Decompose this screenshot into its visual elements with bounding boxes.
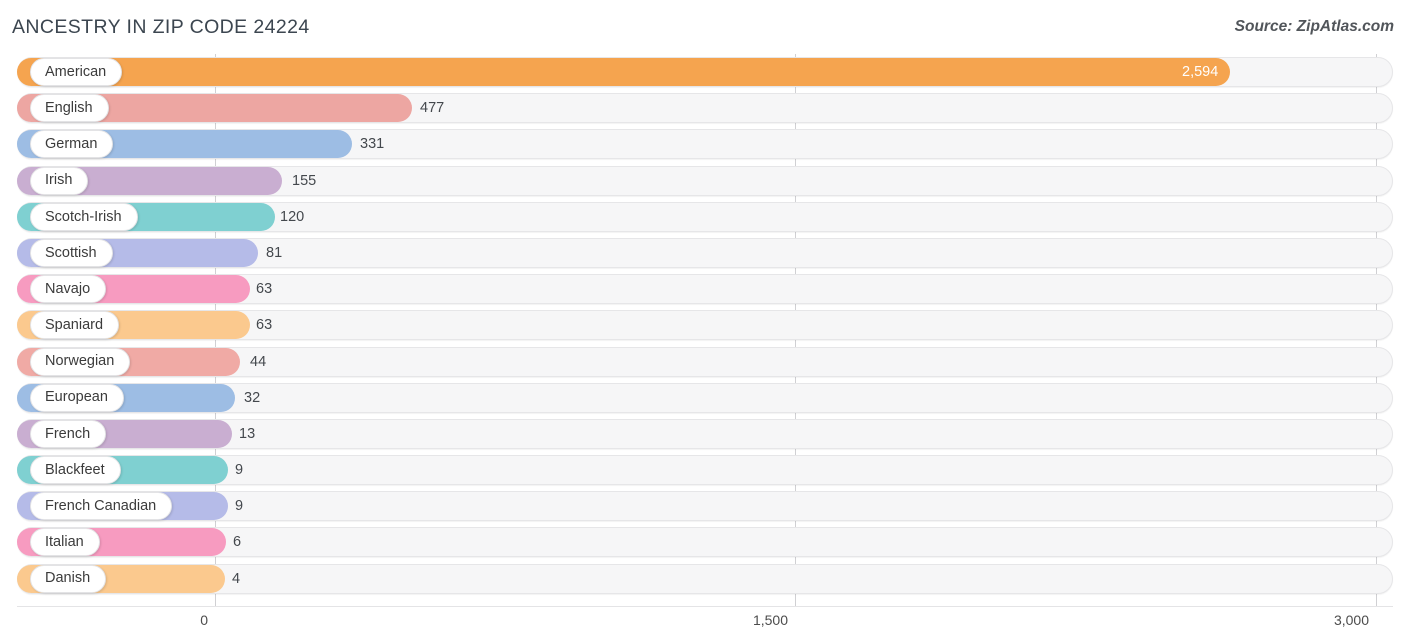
- category-pill[interactable]: French: [30, 419, 107, 448]
- bar-row[interactable]: French Canadian 9: [0, 488, 1406, 524]
- bar-row[interactable]: Italian 6: [0, 524, 1406, 560]
- bar-value-label: 44: [250, 353, 267, 370]
- category-label: Italian: [45, 534, 84, 551]
- category-pill[interactable]: Scotch-Irish: [30, 202, 138, 231]
- category-label: French Canadian: [45, 498, 157, 514]
- bar-value-label: 32: [244, 389, 261, 406]
- bar-value-label: 63: [256, 317, 273, 334]
- bar-row[interactable]: Scotch-Irish 120: [0, 199, 1406, 235]
- bar-value-label: 6: [233, 534, 242, 551]
- category-label: Scottish: [45, 244, 97, 261]
- category-pill[interactable]: French Canadian: [30, 492, 173, 521]
- bar-row[interactable]: Navajo 63: [0, 271, 1406, 307]
- category-label: American: [45, 63, 107, 80]
- plot-area: American 2,594 English 477 German 331 Irish 155…: [0, 54, 1406, 606]
- bar-value-label: 81: [266, 244, 283, 261]
- bar-rows: American 2,594 English 477 German 331 Irish 155…: [0, 54, 1406, 597]
- bar-value-label: 13: [239, 425, 256, 442]
- bar-row[interactable]: Danish 4: [0, 561, 1406, 597]
- bar-value-label: 9: [235, 462, 244, 479]
- bar-row[interactable]: American 2,594: [0, 54, 1406, 90]
- category-pill[interactable]: German: [30, 130, 114, 159]
- category-label: European: [45, 389, 108, 406]
- bar-value-label: 63: [256, 281, 273, 298]
- category-pill[interactable]: Irish: [30, 166, 89, 195]
- bar-fill[interactable]: [17, 58, 1230, 86]
- bar-row[interactable]: Spaniard 63: [0, 307, 1406, 343]
- category-label: Spaniard: [45, 317, 104, 334]
- bar-row[interactable]: Blackfeet 9: [0, 452, 1406, 488]
- category-pill[interactable]: Navajo: [30, 275, 107, 304]
- axis-tick-label: 3,000: [1333, 612, 1369, 628]
- bar-value-label: 155: [292, 172, 317, 189]
- axis-top-border: [17, 606, 1393, 607]
- category-label: Irish: [45, 172, 73, 189]
- category-label: English: [45, 99, 93, 116]
- bar-value-label: 4: [232, 570, 241, 587]
- bar-row[interactable]: German 331: [0, 126, 1406, 162]
- page-title: ANCESTRY IN ZIP CODE 24224: [12, 16, 310, 38]
- category-pill[interactable]: English: [30, 94, 109, 123]
- axis-tick-label: 1,500: [752, 612, 788, 628]
- bar-row[interactable]: European 32: [0, 380, 1406, 416]
- category-label: Danish: [45, 570, 91, 587]
- bar-row[interactable]: Scottish 81: [0, 235, 1406, 271]
- category-label: Scotch-Irish: [45, 208, 122, 225]
- x-axis: 0 1,500 3,000: [0, 606, 1406, 644]
- bar-value-label: 331: [360, 136, 385, 153]
- category-pill[interactable]: Norwegian: [30, 347, 131, 376]
- category-pill[interactable]: Blackfeet: [30, 456, 121, 485]
- category-pill[interactable]: Spaniard: [30, 311, 120, 340]
- category-pill[interactable]: American: [30, 58, 123, 86]
- bar-value-label: 9: [235, 498, 244, 515]
- category-label: French: [45, 425, 91, 442]
- category-label: Navajo: [45, 280, 91, 297]
- bar-value-label: 477: [420, 100, 445, 117]
- bar-row[interactable]: French 13: [0, 416, 1406, 452]
- axis-tick-label: 0: [200, 612, 208, 628]
- bar-row[interactable]: Irish 155: [0, 163, 1406, 199]
- category-pill[interactable]: Italian: [30, 528, 100, 557]
- category-label: Norwegian: [45, 353, 115, 370]
- category-pill[interactable]: Danish: [30, 564, 107, 593]
- source-attribution: Source: ZipAtlas.com: [1234, 18, 1394, 35]
- category-pill[interactable]: Scottish: [30, 238, 113, 267]
- bar-value-label: 120: [280, 208, 305, 225]
- bar-row[interactable]: Norwegian 44: [0, 344, 1406, 380]
- chart-container: ANCESTRY IN ZIP CODE 24224 Source: ZipAt…: [0, 0, 1406, 644]
- bar-row[interactable]: English 477: [0, 90, 1406, 126]
- bar-value-label: 2,594: [1182, 64, 1219, 80]
- category-label: Blackfeet: [45, 461, 105, 478]
- category-pill[interactable]: European: [30, 383, 124, 412]
- category-label: German: [45, 136, 98, 153]
